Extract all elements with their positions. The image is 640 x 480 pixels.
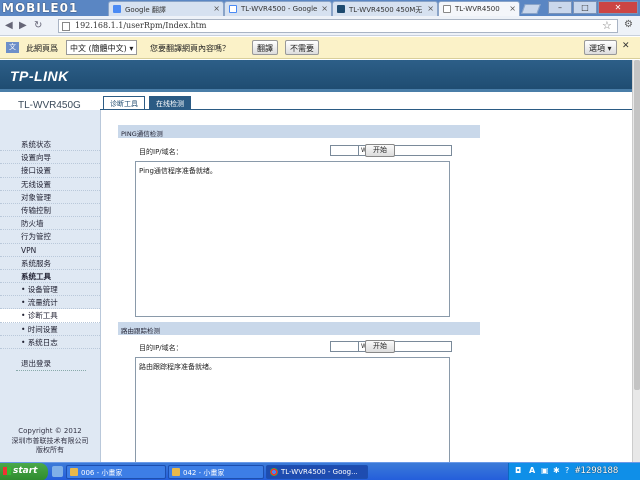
- page-info-icon[interactable]: [62, 22, 70, 31]
- ime-icon[interactable]: ▣: [541, 466, 549, 475]
- maximize-icon[interactable]: □: [573, 1, 597, 14]
- new-tab-button[interactable]: [521, 4, 541, 14]
- google-translate-icon: [113, 5, 121, 13]
- google-icon: [229, 5, 237, 13]
- tab-diagnostics[interactable]: 诊断工具: [103, 96, 145, 110]
- taskbar-item-paint-006[interactable]: 006 - 小畫家: [66, 465, 166, 479]
- trace-target-label: 目的IP/域名：: [139, 344, 183, 352]
- wrench-menu-icon[interactable]: ⚙: [624, 19, 633, 30]
- page-scrollbar[interactable]: [632, 60, 640, 462]
- reload-icon[interactable]: ↻: [34, 20, 42, 31]
- page-icon: [443, 5, 451, 13]
- trace-start-button[interactable]: 开始: [365, 340, 395, 353]
- windows-logo-icon: [3, 467, 11, 475]
- translate-options-button[interactable]: 選項 ▾: [584, 40, 617, 55]
- close-icon[interactable]: ✕: [598, 1, 638, 14]
- sidebar-item-device-management[interactable]: • 设备管理: [0, 283, 100, 297]
- tplink-icon: [337, 5, 345, 13]
- tab-close-icon[interactable]: ×: [213, 4, 220, 13]
- input-language-indicator[interactable]: A: [529, 466, 535, 475]
- tplink-logo: TP-LINK: [10, 68, 69, 84]
- network-icon[interactable]: ◘: [515, 466, 521, 475]
- browser-tab-tplink-product[interactable]: TL-WVR4500 450M无 ×: [332, 1, 438, 16]
- source-language-select[interactable]: 中文 (簡體中文) ▾: [66, 40, 138, 55]
- taskbar-item-chrome[interactable]: TL-WVR4500 - Goog...: [266, 465, 368, 479]
- sidebar-item-setup-wizard[interactable]: 设置向导: [0, 151, 100, 165]
- translate-button[interactable]: 翻譯: [252, 40, 278, 55]
- sidebar-item-transmission[interactable]: 传输控制: [0, 204, 100, 218]
- translate-question: 您要翻譯網頁內容嗎？: [150, 44, 230, 53]
- ping-result-box: Ping通信程序准备就绪。: [135, 161, 450, 317]
- ping-section-title: PING通信检测: [118, 125, 480, 138]
- back-icon[interactable]: ◀: [5, 20, 13, 31]
- chrome-icon: [270, 468, 278, 476]
- start-button[interactable]: start: [0, 463, 48, 480]
- translate-icon: 文: [6, 42, 19, 53]
- tab-online-check[interactable]: 在线检测: [149, 96, 191, 110]
- sidebar-item-wireless[interactable]: 无线设置: [0, 178, 100, 191]
- settings-icon[interactable]: ✱: [553, 466, 560, 475]
- sidebar-item-diagnostics[interactable]: • 诊断工具: [0, 309, 100, 323]
- model-bar: TL-WVR450G 诊断工具 在线检测: [0, 92, 632, 111]
- main-content: PING通信检测 目的IP/域名： WAN1 ▾ 开始 Ping通信程序准备就绪…: [101, 110, 632, 462]
- copyright: Copyright © 2012 深圳市普联技术有限公司 版权所有: [11, 427, 89, 454]
- browser-tab-router[interactable]: TL-WVR4500 ×: [438, 1, 520, 16]
- sidebar-item-system-tools[interactable]: 系统工具: [0, 270, 100, 284]
- url-text: 192.168.1.1/userRpm/Index.htm: [75, 21, 207, 30]
- show-desktop-icon[interactable]: [52, 466, 63, 477]
- close-infobar-icon[interactable]: ✕: [622, 41, 630, 51]
- decline-translate-button[interactable]: 不需要: [285, 40, 319, 55]
- router-header: TP-LINK: [0, 60, 632, 92]
- sidebar-item-behavior-control[interactable]: 行为管控: [0, 230, 100, 244]
- browser-tab-google-search[interactable]: TL-WVR4500 - Google ×: [224, 1, 332, 16]
- sidebar-item-time-settings[interactable]: • 时间设置: [0, 323, 100, 336]
- sidebar-item-system-status[interactable]: 系统状态: [0, 138, 100, 152]
- forward-icon[interactable]: ▶: [19, 20, 27, 31]
- sidebar-menu: 系统状态 设置向导 接口设置 无线设置 对象管理 传输控制 防火墙 行为管控 V…: [0, 138, 100, 349]
- window-controls: – □ ✕: [548, 1, 638, 14]
- sidebar-item-interface[interactable]: 接口设置: [0, 164, 100, 178]
- browser-tab-google-translate[interactable]: Google 翻譯 ×: [108, 1, 224, 16]
- url-bar[interactable]: 192.168.1.1/userRpm/Index.htm: [58, 19, 618, 33]
- sidebar-item-objects[interactable]: 对象管理: [0, 191, 100, 204]
- tab-close-icon[interactable]: ×: [509, 4, 516, 13]
- sidebar-item-traffic-stats[interactable]: • 流量统计: [0, 296, 100, 310]
- help-icon[interactable]: ?: [565, 466, 569, 475]
- sidebar-item-system-services[interactable]: 系统服务: [0, 257, 100, 270]
- paint-icon: [70, 468, 78, 476]
- tab-close-icon[interactable]: ×: [321, 4, 328, 13]
- paint-icon: [172, 468, 180, 476]
- ping-target-label: 目的IP/域名：: [139, 148, 183, 156]
- tab-close-icon[interactable]: ×: [427, 4, 434, 13]
- address-toolbar: ◀ ▶ ↻ 192.168.1.1/userRpm/Index.htm ☆ ⚙: [0, 16, 640, 36]
- image-id-watermark: #1298188: [575, 466, 619, 476]
- trace-result-box: 路由跟踪程序准备就绪。: [135, 357, 450, 462]
- bookmark-star-icon[interactable]: ☆: [602, 19, 612, 32]
- system-tray: ◘ A ▣ ✱ ?: [508, 463, 640, 480]
- sidebar-item-firewall[interactable]: 防火墙: [0, 217, 100, 231]
- ping-start-button[interactable]: 开始: [365, 144, 395, 157]
- translate-infobar: 文 此網頁爲 中文 (簡體中文) ▾ 您要翻譯網頁內容嗎？ 翻譯 不需要 選項 …: [0, 37, 640, 59]
- logout-link[interactable]: 退出登录: [21, 358, 51, 369]
- sidebar: 系统状态 设置向导 接口设置 无线设置 对象管理 传输控制 防火墙 行为管控 V…: [0, 110, 101, 462]
- taskbar-item-paint-042[interactable]: 042 - 小畫家: [168, 465, 264, 479]
- mobile01-watermark-logo: MOBILE01: [2, 1, 79, 15]
- sidebar-item-system-log[interactable]: • 系统日志: [0, 336, 100, 349]
- windows-taskbar: start 006 - 小畫家 042 - 小畫家 TL-WVR4500 - G…: [0, 462, 640, 480]
- translate-prefix: 此網頁爲: [26, 44, 58, 53]
- scrollbar-thumb[interactable]: [634, 60, 640, 390]
- sidebar-item-vpn[interactable]: VPN: [0, 244, 100, 257]
- minimize-icon[interactable]: –: [548, 1, 572, 14]
- browser-tabstrip: MOBILE01 Google 翻譯 × TL-WVR4500 - Google…: [0, 0, 640, 16]
- trace-section-title: 路由跟踪检测: [118, 322, 480, 335]
